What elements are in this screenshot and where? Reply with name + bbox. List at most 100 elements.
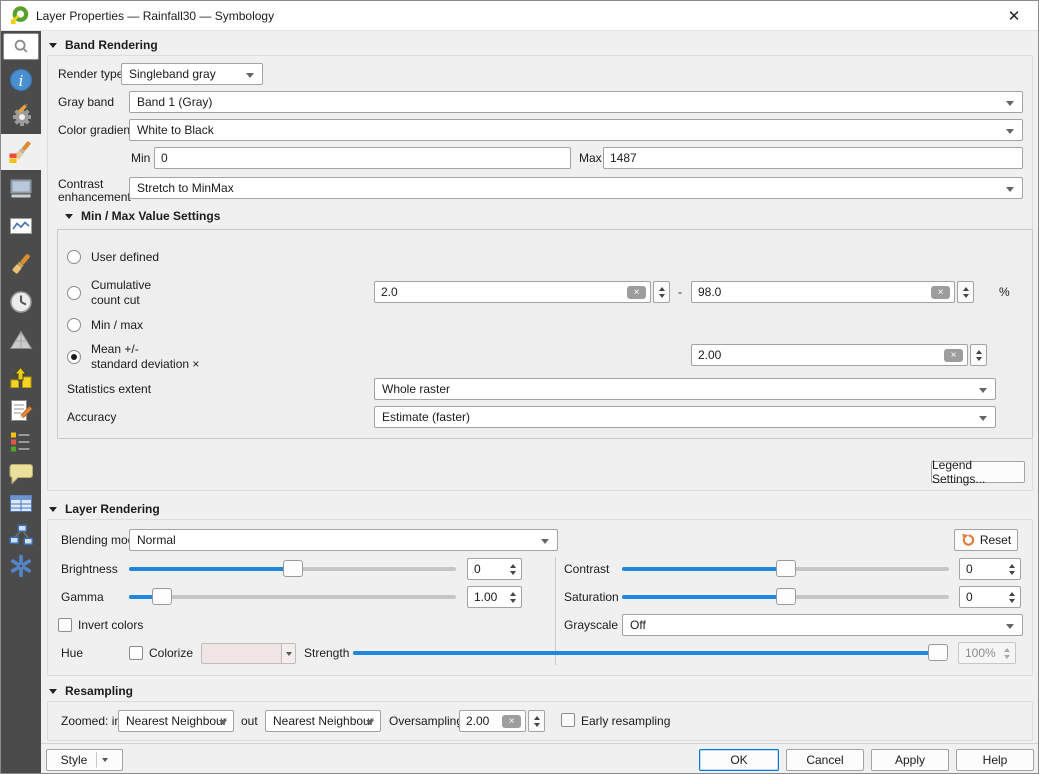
slider-handle[interactable]: [283, 560, 303, 577]
undo-icon: [961, 533, 975, 547]
cumulative-count-cut-radio[interactable]: [67, 286, 81, 300]
slider-handle[interactable]: [776, 588, 796, 605]
spin-arrows[interactable]: [957, 281, 974, 303]
gamma-label: Gamma: [61, 586, 104, 608]
std-dev-field[interactable]: 2.00: [691, 344, 968, 366]
cumulative-upper-field[interactable]: 98.0: [691, 281, 955, 303]
oversampling-spinbox[interactable]: 2.00: [459, 710, 545, 732]
saturation-slider[interactable]: [622, 586, 949, 608]
oversampling-field[interactable]: 2.00: [459, 710, 526, 732]
slider-handle[interactable]: [776, 560, 796, 577]
sidebar-search-input[interactable]: [3, 33, 39, 60]
spin-arrows[interactable]: [1004, 587, 1020, 607]
brightness-slider[interactable]: [129, 558, 456, 580]
invert-colors-checkbox[interactable]: [58, 618, 72, 632]
cumulative-upper-spinbox[interactable]: 98.0: [691, 281, 974, 303]
statistics-extent-value: Whole raster: [382, 382, 450, 396]
cumulative-lower-field[interactable]: 2.0: [374, 281, 651, 303]
statistics-extent-dropdown[interactable]: Whole raster: [374, 378, 996, 400]
contrast-enhancement-dropdown[interactable]: Stretch to MinMax: [129, 177, 1023, 199]
sidebar-item-transparency[interactable]: [1, 171, 41, 205]
ok-button[interactable]: OK: [699, 749, 779, 771]
legend-settings-button[interactable]: Legend Settings...: [931, 461, 1025, 483]
spin-arrows[interactable]: [970, 344, 987, 366]
resampling-header[interactable]: Resampling: [49, 683, 133, 699]
sidebar-item-display[interactable]: [1, 456, 41, 490]
saturation-value: 0: [960, 587, 1004, 607]
brightness-spinbox[interactable]: 0: [467, 558, 522, 580]
user-defined-radio[interactable]: [67, 250, 81, 264]
chevron-down-icon: [286, 652, 292, 656]
minmax-settings-header[interactable]: Min / Max Value Settings: [65, 208, 220, 224]
cancel-button[interactable]: Cancel: [786, 749, 864, 771]
clear-icon[interactable]: [931, 286, 950, 299]
elevation-arrow-icon: [8, 365, 34, 391]
style-button[interactable]: Style: [46, 749, 123, 771]
std-dev-spinbox[interactable]: 2.00: [691, 344, 987, 366]
min-max-radio[interactable]: [67, 318, 81, 332]
strength-spinbox[interactable]: 100%: [958, 642, 1016, 664]
apply-button[interactable]: Apply: [871, 749, 949, 771]
sidebar-item-information[interactable]: i: [1, 63, 41, 97]
blending-mode-dropdown[interactable]: Normal: [129, 529, 558, 551]
spin-arrows[interactable]: [505, 559, 521, 579]
layer-rendering-header[interactable]: Layer Rendering: [49, 501, 160, 517]
contrast-spinbox[interactable]: 0: [959, 558, 1021, 580]
swatch-dropdown-arrow[interactable]: [281, 643, 296, 664]
sidebar-item-pyramids[interactable]: [1, 323, 41, 357]
cumulative-lower-spinbox[interactable]: 2.0: [374, 281, 670, 303]
contrast-enhancement-label: Contrast enhancement: [58, 178, 128, 204]
gamma-spinbox[interactable]: 1.00: [467, 586, 522, 608]
saturation-label: Saturation: [564, 586, 619, 608]
sidebar-item-processing[interactable]: [1, 549, 41, 583]
spin-arrows[interactable]: [999, 643, 1015, 663]
information-icon: i: [8, 67, 34, 93]
max-input[interactable]: 1487: [603, 147, 1023, 169]
ok-label: OK: [730, 753, 747, 767]
spin-arrows[interactable]: [1004, 559, 1020, 579]
sidebar-item-histogram[interactable]: [1, 209, 41, 243]
cancel-label: Cancel: [806, 753, 843, 767]
clear-icon[interactable]: [944, 349, 963, 362]
colorize-color-button[interactable]: [201, 643, 296, 664]
gray-band-dropdown[interactable]: Band 1 (Gray): [129, 91, 1023, 113]
colorize-checkbox[interactable]: [129, 646, 143, 660]
reset-button[interactable]: Reset: [954, 529, 1018, 551]
min-input[interactable]: 0: [154, 147, 571, 169]
color-gradient-dropdown[interactable]: White to Black: [129, 119, 1023, 141]
spin-arrows[interactable]: [653, 281, 670, 303]
gamma-slider[interactable]: [129, 586, 456, 608]
spin-arrows[interactable]: [528, 710, 545, 732]
sidebar-item-source[interactable]: [1, 99, 41, 133]
early-resampling-checkbox[interactable]: [561, 713, 575, 727]
sidebar-item-temporal[interactable]: [1, 285, 41, 319]
symbology-paintbrush-icon: [8, 139, 34, 165]
invert-colors-label: Invert colors: [78, 614, 143, 636]
sidebar-item-external-plugins[interactable]: [1, 518, 41, 552]
sidebar-item-symbology[interactable]: [1, 134, 41, 170]
help-button[interactable]: Help: [956, 749, 1034, 771]
transparency-monitor-icon: [8, 175, 34, 201]
render-type-dropdown[interactable]: Singleband gray: [121, 63, 263, 85]
accuracy-dropdown[interactable]: Estimate (faster): [374, 406, 996, 428]
clear-icon[interactable]: [502, 715, 521, 728]
mean-std-dev-radio[interactable]: [67, 350, 81, 364]
close-button[interactable]: ✕: [1000, 1, 1028, 31]
strength-slider[interactable]: [353, 642, 948, 664]
sidebar-item-rendering[interactable]: [1, 247, 41, 281]
saturation-spinbox[interactable]: 0: [959, 586, 1021, 608]
slider-handle[interactable]: [152, 588, 172, 605]
grayscale-dropdown[interactable]: Off: [622, 614, 1023, 636]
contrast-slider[interactable]: [622, 558, 949, 580]
sidebar-item-legend[interactable]: [1, 425, 41, 459]
zoomed-out-dropdown[interactable]: Nearest Neighbour: [265, 710, 381, 732]
spin-arrows[interactable]: [505, 587, 521, 607]
sidebar-item-elevation[interactable]: [1, 361, 41, 395]
band-rendering-header[interactable]: Band Rendering: [49, 37, 158, 53]
max-value: 1487: [610, 151, 637, 165]
slider-handle[interactable]: [928, 644, 948, 661]
sidebar-item-metadata[interactable]: [1, 394, 41, 428]
clear-icon[interactable]: [627, 286, 646, 299]
sidebar-item-qgis-server[interactable]: [1, 487, 41, 521]
zoomed-in-dropdown[interactable]: Nearest Neighbour: [118, 710, 234, 732]
